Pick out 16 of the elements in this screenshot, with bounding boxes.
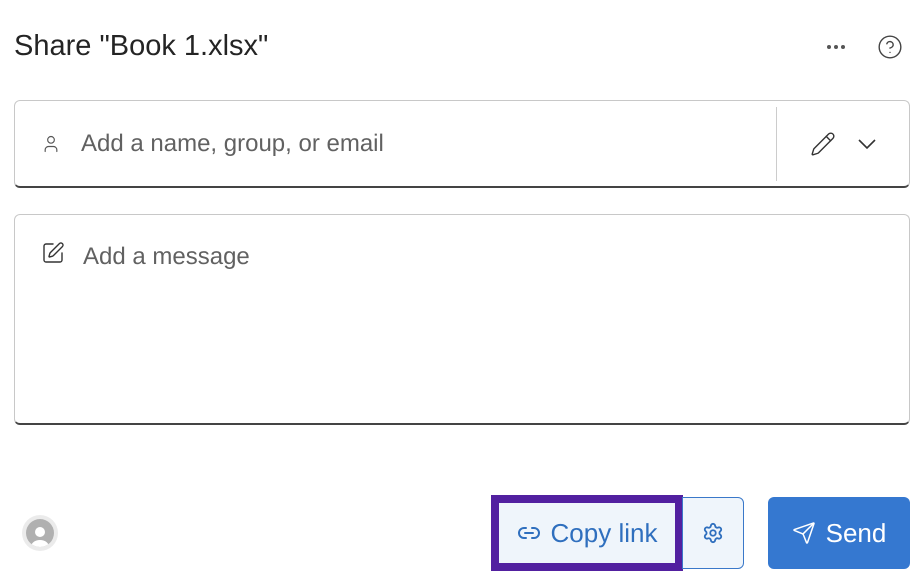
message-field[interactable]: Add a message	[14, 214, 910, 425]
send-button[interactable]: Send	[768, 497, 910, 569]
recipients-input[interactable]: Add a name, group, or email	[81, 126, 776, 162]
settings-icon	[702, 522, 724, 544]
help-icon	[877, 34, 903, 60]
pencil-icon	[810, 130, 836, 156]
send-icon	[792, 521, 816, 545]
dialog-title: Share "Book 1.xlsx"	[14, 29, 270, 64]
link-settings-button[interactable]	[682, 497, 744, 569]
avatar-icon	[22, 515, 58, 551]
more-icon	[827, 45, 845, 49]
recipients-field[interactable]: Add a name, group, or email	[14, 100, 910, 188]
copy-link-button[interactable]: Copy link	[491, 495, 683, 571]
chevron-down-icon	[858, 138, 876, 148]
message-input[interactable]: Add a message	[83, 239, 909, 279]
edit-note-icon	[41, 241, 65, 265]
